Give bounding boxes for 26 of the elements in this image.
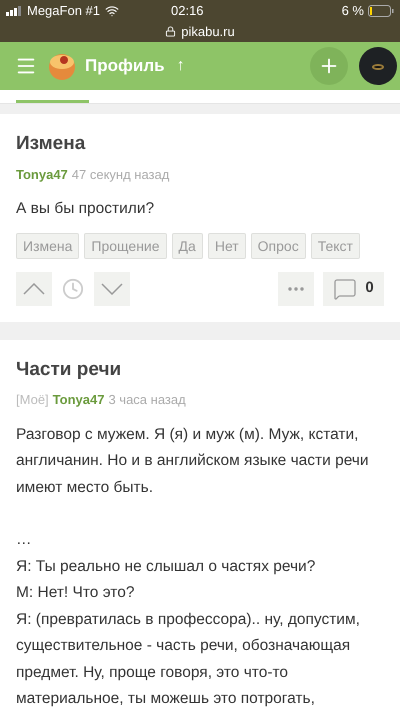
author-link[interactable]: Tonya47 xyxy=(52,390,104,410)
tag[interactable]: Да xyxy=(172,232,203,258)
tag[interactable]: Опрос xyxy=(250,232,306,258)
tag[interactable]: Нет xyxy=(208,232,246,258)
post-time: 47 секунд назад xyxy=(72,166,170,184)
page-title[interactable]: Профиль xyxy=(85,53,165,79)
post-text: А вы бы простили? xyxy=(16,199,156,219)
battery-percent: 6 % xyxy=(342,2,364,20)
clock-time: 02:16 xyxy=(171,2,204,20)
tag[interactable]: Текст xyxy=(310,232,360,258)
comments-button[interactable]: 0 xyxy=(323,272,384,306)
post-text: … xyxy=(16,530,32,550)
author-link[interactable]: Tonya47 xyxy=(16,164,68,184)
post-text: М: Нет! Что это? xyxy=(16,583,136,603)
carrier-name: MegaFon #1 xyxy=(27,2,100,20)
post-time: 3 часа назад xyxy=(108,391,186,409)
mine-tag: [Моё] xyxy=(16,390,49,410)
post-text: Я: (превратилась в профессора).. ну, допустим, существительное - часть речи, обозначающая предмет. Ну, проще говоря, это что-то материальное, ты можешь это потрогать, xyxy=(16,610,361,709)
tag[interactable]: Прощение xyxy=(84,232,167,258)
tag[interactable]: Измена xyxy=(16,232,80,258)
post-text: Я: Ты реально не слышал о частях речи? xyxy=(16,556,316,576)
url-text: pikabu.ru xyxy=(181,23,235,41)
post-title[interactable]: Части речи xyxy=(16,356,384,384)
post-text: Разговор с мужем. Я (я) и муж (м). Муж, кстати, англичанин. Но и в английском языке части речи имеют место быть. xyxy=(16,424,370,498)
post-title[interactable]: Измена xyxy=(16,130,384,158)
scroll-top-arrow[interactable]: ↑ xyxy=(176,54,185,78)
